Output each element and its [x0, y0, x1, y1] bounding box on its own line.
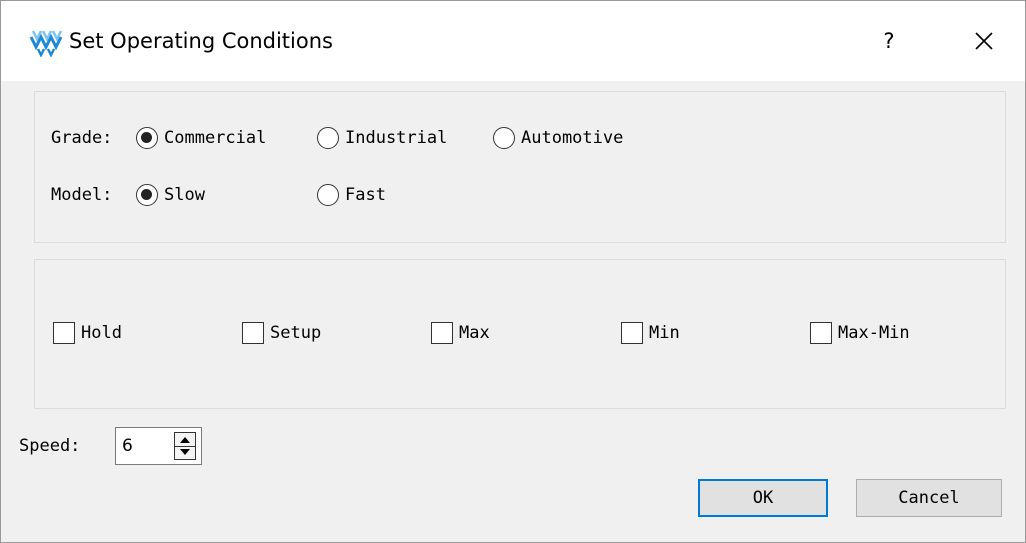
radio-automotive[interactable]: Automotive — [493, 126, 623, 150]
checkbox-setup-box — [242, 322, 264, 344]
radio-industrial-label: Industrial — [345, 128, 448, 148]
checkbox-max-label: Max — [459, 323, 490, 343]
cancel-button[interactable]: Cancel — [856, 479, 1002, 517]
checkbox-max-box — [431, 322, 453, 344]
radio-slow[interactable]: Slow — [136, 183, 205, 207]
window-title: Set Operating Conditions — [69, 29, 333, 53]
radio-automotive-label: Automotive — [521, 128, 624, 148]
checkbox-min-box — [621, 322, 643, 344]
speed-spinbox[interactable]: 6 — [115, 427, 202, 465]
checkbox-setup[interactable]: Setup — [242, 321, 321, 345]
checkbox-hold[interactable]: Hold — [53, 321, 122, 345]
radio-fast-indicator — [317, 184, 339, 206]
model-label: Model: — [51, 185, 113, 205]
checkbox-hold-box — [53, 322, 75, 344]
help-button[interactable]: ? — [869, 21, 909, 61]
checkbox-max[interactable]: Max — [431, 321, 490, 345]
checkbox-setup-label: Setup — [270, 323, 322, 343]
radio-industrial[interactable]: Industrial — [317, 126, 447, 150]
radio-industrial-indicator — [317, 127, 339, 149]
radio-fast-label: Fast — [345, 185, 386, 205]
title-bar[interactable]: Set Operating Conditions ? — [1, 1, 1025, 81]
spin-arrows-icon[interactable] — [174, 432, 196, 460]
radio-commercial-label: Commercial — [164, 128, 267, 148]
speed-value[interactable]: 6 — [122, 435, 133, 457]
checkbox-max-min[interactable]: Max-Min — [810, 321, 910, 345]
grade-label: Grade: — [51, 128, 113, 148]
radio-slow-indicator — [136, 184, 158, 206]
spin-down-icon[interactable] — [180, 449, 190, 455]
close-button[interactable] — [961, 21, 1007, 61]
dialog-window: Set Operating Conditions ? Grade: Commer… — [0, 0, 1026, 543]
spin-up-icon[interactable] — [180, 437, 190, 443]
ok-button[interactable]: OK — [698, 479, 828, 517]
checkbox-min[interactable]: Min — [621, 321, 680, 345]
close-icon — [975, 32, 993, 50]
radio-slow-label: Slow — [164, 185, 205, 205]
checkbox-max-min-label: Max-Min — [838, 323, 910, 343]
checkbox-hold-label: Hold — [81, 323, 122, 343]
app-logo-icon — [29, 30, 63, 57]
radio-commercial-indicator — [136, 127, 158, 149]
grade-model-group — [34, 91, 1006, 243]
checkbox-max-min-box — [810, 322, 832, 344]
radio-fast[interactable]: Fast — [317, 183, 386, 207]
radio-automotive-indicator — [493, 127, 515, 149]
speed-label: Speed: — [19, 436, 81, 456]
spin-divider — [175, 446, 195, 447]
radio-commercial[interactable]: Commercial — [136, 126, 266, 150]
checkbox-min-label: Min — [649, 323, 680, 343]
